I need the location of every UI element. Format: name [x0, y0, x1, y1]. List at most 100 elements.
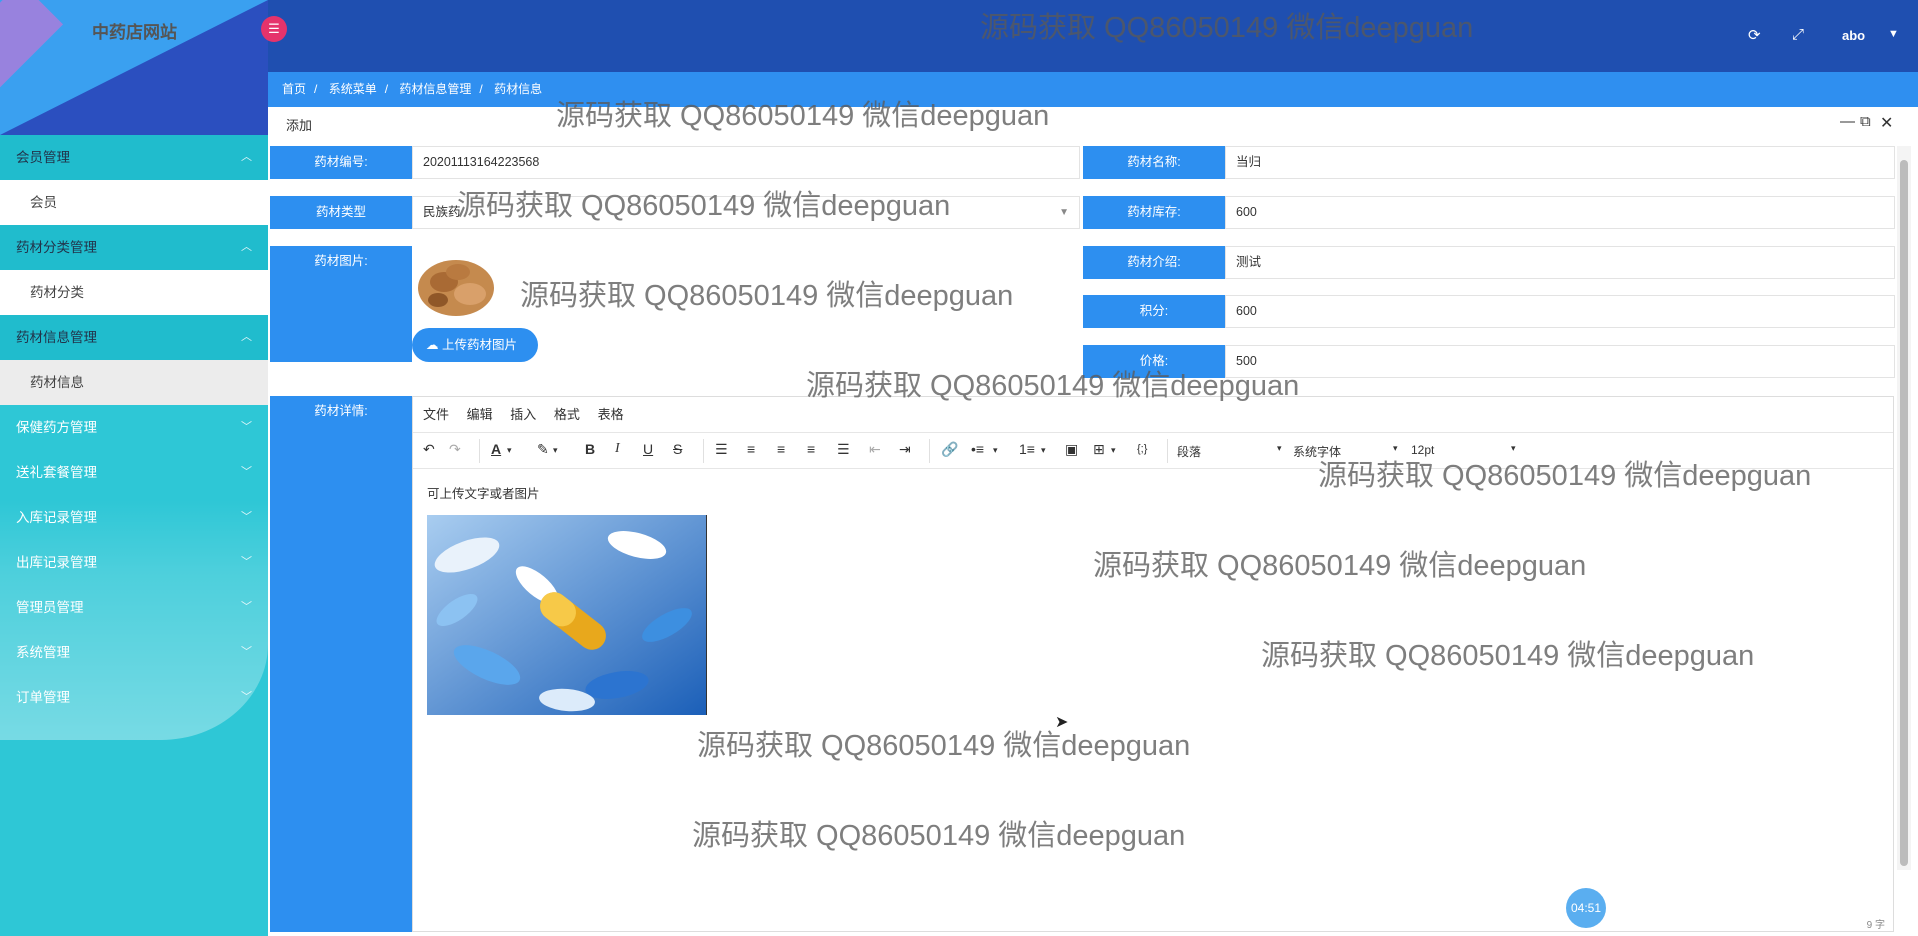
- sidebar-group-label: 订单管理: [16, 690, 70, 705]
- italic-icon[interactable]: I: [615, 441, 620, 457]
- sidebar-group[interactable]: 药材信息管理 ︿: [0, 315, 268, 360]
- align-justify-icon[interactable]: ☰: [837, 441, 850, 458]
- editor-menu-insert[interactable]: 插入: [510, 407, 536, 422]
- numbered-list-icon[interactable]: 1≡: [1019, 441, 1035, 457]
- watermark: 源码获取 QQ86050149 微信deepguan: [1093, 550, 1587, 582]
- chevron-down-icon: ﹀: [241, 421, 252, 433]
- type-select-value: 民族药: [423, 205, 461, 219]
- align-center-icon[interactable]: ≡: [777, 441, 785, 457]
- chevron-down-icon[interactable]: ▼: [1888, 28, 1899, 40]
- site-title: 中药店网站: [92, 23, 177, 42]
- breadcrumb-system-menu[interactable]: 系统菜单: [329, 82, 377, 96]
- chevron-down-icon[interactable]: ▾: [1111, 445, 1116, 456]
- sidebar-item[interactable]: 会员: [0, 180, 268, 225]
- editor-menu-edit[interactable]: 编辑: [467, 407, 493, 422]
- chevron-down-icon: ﹀: [241, 691, 252, 703]
- redo-icon[interactable]: ↷: [449, 441, 461, 458]
- text-color-icon[interactable]: A: [491, 441, 501, 457]
- points-field[interactable]: 600: [1225, 295, 1895, 328]
- price-field[interactable]: 500: [1225, 345, 1895, 378]
- line-height-icon[interactable]: ☰: [715, 441, 728, 458]
- sidebar-group[interactable]: 会员管理 ︿: [0, 135, 268, 180]
- chevron-down-icon: ▾: [1277, 443, 1282, 453]
- watermark: 源码获取 QQ86050149 微信deepguan: [1318, 460, 1812, 492]
- chevron-down-icon[interactable]: ▾: [507, 445, 512, 456]
- toolbar-divider: [1167, 439, 1168, 463]
- outdent-icon[interactable]: ⇤: [869, 441, 881, 458]
- dialog-title: 添加: [286, 118, 313, 133]
- code-icon[interactable]: {;}: [1137, 443, 1147, 455]
- word-count: 9 字: [1866, 920, 1885, 931]
- bold-icon[interactable]: B: [585, 441, 595, 457]
- sidebar-group-label: 送礼套餐管理: [16, 465, 97, 480]
- sidebar-group-label: 入库记录管理: [16, 510, 97, 525]
- chevron-down-icon[interactable]: ▾: [1041, 445, 1046, 456]
- intro-label: 药材介绍:: [1083, 246, 1225, 279]
- stock-field[interactable]: 600: [1225, 196, 1895, 229]
- undo-icon[interactable]: ↶: [423, 441, 435, 458]
- chevron-down-icon[interactable]: ▾: [993, 445, 998, 456]
- editor-menu-table[interactable]: 表格: [598, 407, 624, 422]
- sidebar-item[interactable]: 药材分类: [0, 270, 268, 315]
- editor-menu-file[interactable]: 文件: [423, 407, 449, 422]
- bullet-list-icon[interactable]: •≡: [971, 441, 984, 457]
- watermark: 源码获取 QQ86050149 微信deepguan: [457, 190, 951, 222]
- sidebar-group[interactable]: 送礼套餐管理 ﹀: [0, 450, 268, 495]
- menu-toggle-button[interactable]: ☰: [261, 16, 287, 42]
- link-icon[interactable]: 🔗: [941, 441, 958, 458]
- sidebar-group[interactable]: 管理员管理 ﹀: [0, 585, 268, 630]
- align-right-icon[interactable]: ≡: [807, 441, 815, 457]
- breadcrumb-herb-management[interactable]: 药材信息管理: [399, 82, 471, 96]
- code-label: 药材编号:: [270, 146, 412, 179]
- align-left-icon[interactable]: ≡: [747, 441, 755, 457]
- name-field[interactable]: 当归: [1225, 146, 1895, 179]
- watermark: 源码获取 QQ86050149 微信deepguan: [1261, 640, 1755, 672]
- form-scrollbar[interactable]: [1897, 146, 1911, 870]
- chevron-down-icon: ▼: [1059, 207, 1069, 218]
- name-label: 药材名称:: [1083, 146, 1225, 179]
- scrollbar-thumb[interactable]: [1900, 160, 1908, 866]
- sidebar-item[interactable]: 药材信息: [0, 360, 268, 405]
- sidebar: 中药店网站 会员管理 ︿ 会员 药材分类管理 ︿ 药材分类 药材信息管理 ︿ 药材信息 保健药方管…: [0, 0, 268, 936]
- editor-pills-image: [427, 515, 707, 715]
- chevron-down-icon: ﹀: [241, 511, 252, 523]
- watermark: 源码获取 QQ86050149 微信deepguan: [697, 730, 1191, 762]
- menu-list-icon: ☰: [268, 21, 280, 36]
- editor-content-text[interactable]: 可上传文字或者图片: [427, 483, 540, 502]
- block-format-select[interactable]: 段落 ▾: [1177, 443, 1287, 460]
- maximize-icon[interactable]: ⧉: [1860, 113, 1871, 130]
- table-icon[interactable]: ⊞: [1093, 441, 1105, 458]
- upload-image-button[interactable]: ☁ 上传药材图片: [412, 328, 538, 362]
- fullscreen-icon[interactable]: ⤢: [1792, 26, 1804, 43]
- chevron-down-icon[interactable]: ▾: [553, 445, 558, 456]
- chevron-up-icon: ︿: [241, 331, 252, 343]
- refresh-icon[interactable]: ⟳: [1748, 26, 1761, 44]
- intro-field[interactable]: 测试: [1225, 246, 1895, 279]
- image-label: 药材图片:: [270, 246, 412, 362]
- sidebar-group-label: 药材分类管理: [16, 240, 97, 255]
- code-field[interactable]: 20201113164223568: [412, 146, 1080, 179]
- user-name[interactable]: abo: [1842, 28, 1865, 43]
- breadcrumb-herb-info: 药材信息: [494, 82, 543, 96]
- image-icon[interactable]: ▣: [1065, 441, 1078, 458]
- sidebar-group[interactable]: 出库记录管理 ﹀: [0, 540, 268, 585]
- sidebar-group-label: 药材信息管理: [16, 330, 97, 345]
- underline-icon[interactable]: U: [643, 441, 653, 457]
- sidebar-group[interactable]: 系统管理 ﹀: [0, 630, 268, 675]
- watermark: 源码获取 QQ86050149 微信deepguan: [692, 820, 1186, 852]
- minimize-icon[interactable]: —: [1840, 113, 1855, 130]
- sidebar-group[interactable]: 保健药方管理 ﹀: [0, 405, 268, 450]
- strikethrough-icon[interactable]: S: [673, 441, 682, 457]
- type-label: 药材类型: [270, 196, 412, 229]
- watermark: 源码获取 QQ86050149 微信deepguan: [520, 280, 1014, 312]
- editor-menu-format[interactable]: 格式: [554, 407, 580, 422]
- close-icon[interactable]: ✕: [1880, 113, 1893, 133]
- sidebar-group[interactable]: 入库记录管理 ﹀: [0, 495, 268, 540]
- sidebar-group[interactable]: 订单管理 ﹀: [0, 675, 268, 720]
- points-label: 积分:: [1083, 295, 1225, 328]
- indent-icon[interactable]: ⇥: [899, 441, 911, 458]
- highlight-icon[interactable]: ✎: [537, 441, 549, 458]
- sidebar-group[interactable]: 药材分类管理 ︿: [0, 225, 268, 270]
- breadcrumb-home[interactable]: 首页: [282, 82, 306, 96]
- upload-button-label: 上传药材图片: [441, 338, 517, 352]
